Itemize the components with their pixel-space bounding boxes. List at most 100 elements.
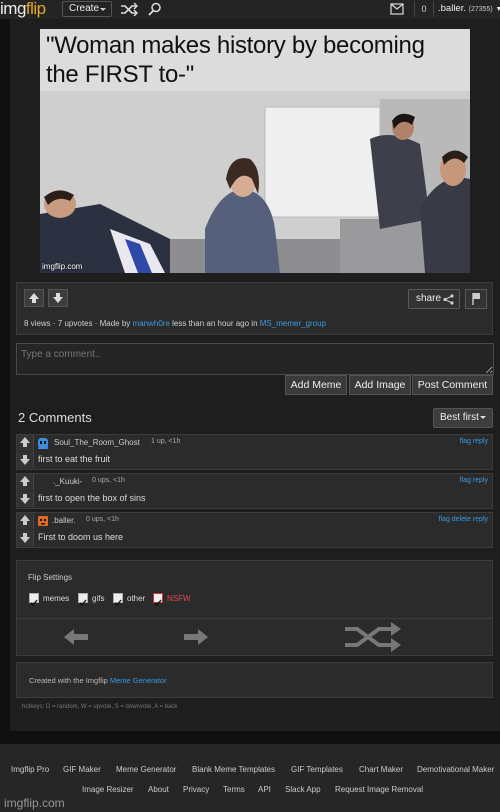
- arrow-down-icon: [53, 293, 63, 303]
- notification-count[interactable]: 0: [414, 1, 434, 17]
- share-icon: [443, 294, 454, 305]
- post-meta: 8 views · 7 upvotes · Made by manwh0re l…: [24, 319, 327, 328]
- logo-text-flip: flip: [25, 0, 46, 18]
- shuffle-icon[interactable]: [343, 621, 405, 653]
- footer-link[interactable]: Slack App: [285, 785, 321, 794]
- comment-upvote-button[interactable]: [17, 513, 34, 529]
- comments-count-title: 2 Comments: [18, 410, 92, 425]
- footer-link[interactable]: GIF Maker: [63, 765, 101, 774]
- comment-meta: 1 up, <1h: [151, 438, 181, 445]
- arrow-up-icon: [20, 437, 30, 447]
- create-menu-button[interactable]: Create: [62, 1, 112, 17]
- nsfw-label: NSFW: [167, 594, 191, 603]
- comment-text: first to open the box of sins: [38, 493, 146, 503]
- imgflip-logo[interactable]: imgflip: [0, 0, 46, 19]
- flip-navigation: [16, 618, 493, 657]
- hotkeys-hint: hotkeys: D = random, W = upvote, S = dow…: [22, 704, 178, 710]
- mail-icon[interactable]: [390, 3, 404, 15]
- gifs-checkbox[interactable]: [78, 593, 88, 606]
- arrow-down-icon: [20, 455, 30, 465]
- meme-caption-line-1: "Woman makes history by becoming: [46, 32, 425, 59]
- comment-upvote-button[interactable]: [17, 435, 34, 451]
- flag-icon: [472, 293, 480, 305]
- comment-actions[interactable]: flag delete reply: [439, 516, 488, 523]
- footer-link[interactable]: Chart Maker: [359, 765, 403, 774]
- arrow-up-icon: [29, 293, 39, 303]
- other-checkbox[interactable]: [113, 593, 123, 606]
- arrow-down-icon: [20, 533, 30, 543]
- footer-link[interactable]: Meme Generator: [116, 765, 176, 774]
- footer-link[interactable]: Blank Meme Templates: [192, 765, 275, 774]
- arrow-up-icon: [20, 515, 30, 525]
- footer-link[interactable]: API: [258, 785, 271, 794]
- flip-settings-title: Flip Settings: [28, 573, 73, 582]
- author-link[interactable]: manwh0re: [133, 319, 170, 328]
- username-label: .baller.: [438, 3, 466, 14]
- comment-downvote-button[interactable]: [17, 452, 34, 468]
- user-avatar-icon[interactable]: [37, 437, 49, 449]
- footer-link[interactable]: Privacy: [183, 785, 209, 794]
- footer-link[interactable]: GIF Templates: [291, 765, 343, 774]
- comment-username[interactable]: .baller.: [52, 516, 76, 525]
- comment-downvote-button[interactable]: [17, 530, 34, 546]
- comment-item: Soul_The_Room_Ghost 1 up, <1h flag reply…: [16, 434, 493, 470]
- comment-item: ._Kuuki- 0 ups, <1h flag reply first to …: [16, 473, 493, 509]
- add-meme-button[interactable]: Add Meme: [285, 375, 347, 395]
- comment-actions[interactable]: flag reply: [460, 477, 488, 484]
- comment-text: First to doom us here: [38, 532, 124, 542]
- created-with-prefix: Created with the Imgflip: [29, 676, 108, 685]
- memes-label: memes: [43, 594, 70, 603]
- comment-input[interactable]: [16, 343, 494, 375]
- footer-link[interactable]: Imgflip Pro: [11, 765, 49, 774]
- user-points: (27355): [468, 6, 493, 13]
- arrow-left-icon[interactable]: [64, 628, 88, 646]
- comment-text: first to eat the fruit: [38, 454, 111, 464]
- comment-upvote-button[interactable]: [17, 474, 34, 490]
- footer-link[interactable]: About: [148, 785, 169, 794]
- arrow-up-icon: [20, 476, 30, 486]
- meme-image[interactable]: "Woman makes history by becoming the FIRS…: [40, 29, 470, 273]
- add-image-button[interactable]: Add Image: [349, 375, 411, 395]
- upvote-button[interactable]: [24, 289, 44, 307]
- comment-actions[interactable]: flag reply: [460, 438, 488, 445]
- nsfw-checkbox[interactable]: [153, 593, 163, 606]
- comment-meta: 0 ups, <1h: [86, 516, 119, 523]
- comment-item: .baller. 0 ups, <1h flag delete reply Fi…: [16, 512, 493, 548]
- meme-caption-line-2: the FIRST to-": [46, 61, 194, 88]
- arrow-right-icon[interactable]: [184, 628, 208, 646]
- footer-link[interactable]: Request Image Removal: [335, 785, 423, 794]
- search-icon[interactable]: [148, 2, 162, 16]
- flag-button[interactable]: [465, 289, 487, 309]
- stream-link[interactable]: MS_memer_group: [260, 319, 326, 328]
- upvote-count: 7 upvotes: [57, 319, 93, 328]
- top-bar: imgflip Create 0 .baller. (27355) ▼: [0, 0, 500, 19]
- footer-link[interactable]: Demotivational Maker: [417, 765, 494, 774]
- downvote-button[interactable]: [48, 289, 68, 307]
- check-icon: [79, 599, 87, 606]
- comment-username[interactable]: ._Kuuki-: [53, 477, 82, 486]
- comment-username[interactable]: Soul_The_Room_Ghost: [54, 438, 140, 447]
- arrow-down-icon: [20, 494, 30, 504]
- meme-watermark: imgflip.com: [42, 262, 83, 271]
- comment-downvote-button[interactable]: [17, 491, 34, 507]
- footer-link[interactable]: Image Resizer: [82, 785, 134, 794]
- user-menu[interactable]: .baller. (27355) ▼: [438, 3, 500, 14]
- footer-link[interactable]: Terms: [223, 785, 245, 794]
- post-time: less than an hour ago in: [172, 319, 258, 328]
- sort-comments-select[interactable]: Best first: [433, 408, 493, 428]
- check-icon: [114, 599, 122, 606]
- footer-logo[interactable]: imgflip.com: [4, 796, 65, 810]
- check-icon: [30, 599, 38, 606]
- shuffle-icon[interactable]: [120, 2, 138, 16]
- footer: [0, 744, 500, 812]
- user-avatar-icon[interactable]: [37, 515, 49, 527]
- created-with-text: Created with the Imgflip Meme Generator: [29, 676, 167, 685]
- memes-checkbox[interactable]: [29, 593, 39, 606]
- meme-caption: "Woman makes history by becoming the FIRS…: [46, 31, 425, 89]
- post-comment-button[interactable]: Post Comment: [412, 375, 493, 395]
- gifs-label: gifs: [92, 594, 105, 603]
- meme-generator-link[interactable]: Meme Generator: [110, 676, 167, 685]
- share-label: share: [416, 293, 442, 304]
- comment-meta: 0 ups, <1h: [92, 477, 125, 484]
- share-button[interactable]: share: [408, 289, 460, 309]
